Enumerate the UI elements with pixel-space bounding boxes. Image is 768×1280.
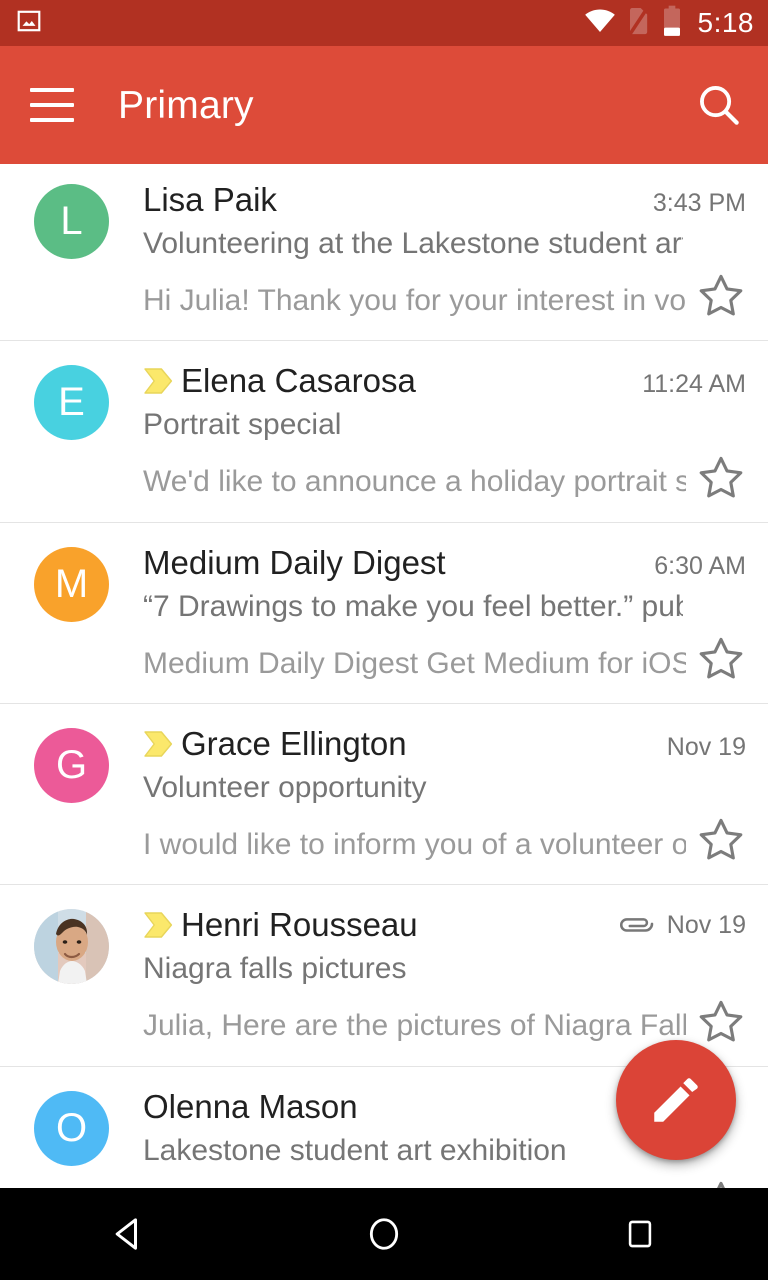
status-bar-indicators: 5:18 xyxy=(584,5,755,42)
avatar[interactable]: L xyxy=(34,184,109,259)
email-subject: Volunteering at the Lakestone student ar… xyxy=(143,226,683,260)
home-circle-icon[interactable] xyxy=(324,1188,444,1280)
email-meta: 6:30 AM xyxy=(640,552,746,581)
star-icon[interactable] xyxy=(686,271,746,326)
email-meta: 3:43 PM xyxy=(639,189,746,218)
email-snippet: We'd like to announce a holiday portrait… xyxy=(143,465,686,499)
email-list-item[interactable]: E Elena Casarosa 11:24 AM Portrait special W… xyxy=(0,341,768,523)
star-icon[interactable] xyxy=(686,815,746,870)
email-content: Grace Ellington Nov 19 Volunteer opportuni… xyxy=(143,726,746,864)
avatar-letter: O xyxy=(55,1105,88,1150)
star-icon[interactable] xyxy=(686,634,746,689)
email-meta: Nov 19 xyxy=(653,733,746,762)
status-bar-clock: 5:18 xyxy=(697,7,754,38)
wifi-icon xyxy=(584,8,616,39)
page-title: Primary xyxy=(118,83,254,127)
email-timestamp: 11:24 AM xyxy=(642,370,746,399)
email-timestamp: 6:30 AM xyxy=(654,551,746,580)
email-content: Henri Rousseau Nov 19 Niagra falls picture… xyxy=(143,907,746,1045)
image-notification-icon xyxy=(16,8,42,39)
avatar-letter: M xyxy=(54,561,89,606)
compose-pencil-icon xyxy=(654,1078,698,1122)
email-meta: 11:24 AM xyxy=(628,370,746,399)
avatar[interactable]: G xyxy=(34,728,109,804)
email-snippet-line: Hi Julia! Thank you for your interest in… xyxy=(143,265,746,320)
avatar[interactable]: M xyxy=(34,546,109,622)
importance-marker-icon[interactable] xyxy=(143,911,175,944)
email-subject: Volunteer opportunity xyxy=(143,770,427,804)
avatar[interactable] xyxy=(34,909,109,985)
email-content: Elena Casarosa 11:24 AM Portrait special We… xyxy=(143,363,746,501)
star-icon[interactable] xyxy=(686,453,746,508)
email-snippet: I would like to inform you of a voluntee… xyxy=(143,827,686,861)
battery-low-icon xyxy=(662,5,682,42)
email-timestamp: Nov 19 xyxy=(666,733,746,762)
email-sender: Elena Casarosa xyxy=(181,363,416,400)
email-sender: Grace Ellington xyxy=(181,726,407,763)
email-header-line: Elena Casarosa 11:24 AM xyxy=(143,363,746,400)
email-sender: Olenna Mason xyxy=(143,1088,358,1125)
email-snippet: Hi Julia! Thank you for your interest in… xyxy=(143,283,686,317)
compose-fab-button[interactable] xyxy=(616,1040,736,1160)
android-navigation-bar xyxy=(0,1188,768,1280)
status-bar-notifications xyxy=(16,8,42,39)
email-header-line: Medium Daily Digest 6:30 AM xyxy=(143,545,746,582)
avatar-letter: L xyxy=(60,199,83,243)
email-sender: Henri Rousseau xyxy=(181,907,418,944)
contact-photo xyxy=(34,909,109,985)
email-snippet-line: We'd like to announce a holiday portrait… xyxy=(143,447,746,502)
email-snippet: Medium Daily Digest Get Medium for iOS o… xyxy=(143,646,686,680)
email-timestamp: 3:43 PM xyxy=(652,189,746,217)
avatar[interactable]: E xyxy=(34,365,109,441)
email-subject: Lakestone student art exhibition xyxy=(143,1133,567,1167)
email-header-line: Lisa Paik 3:43 PM xyxy=(143,182,746,219)
email-content: Medium Daily Digest 6:30 AM “7 Drawings to… xyxy=(143,545,746,683)
email-sender: Medium Daily Digest xyxy=(143,544,446,581)
back-triangle-icon[interactable] xyxy=(68,1188,188,1280)
email-list-item[interactable]: L Lisa Paik 3:43 PM Volunteering at the Lak… xyxy=(0,164,768,342)
email-list-item[interactable]: M Medium Daily Digest 6:30 AM “7 Drawings t… xyxy=(0,522,768,705)
recents-square-icon[interactable] xyxy=(580,1188,700,1280)
email-list-item[interactable]: G Grace Ellington Nov 19 Volunteer opportun… xyxy=(0,704,768,886)
app-toolbar: Primary xyxy=(0,46,768,164)
email-content: Lisa Paik 3:43 PM Volunteering at the Lake… xyxy=(143,182,746,320)
avatar-letter: E xyxy=(58,380,85,425)
email-snippet-line: Julia, Here are the pictures of Niagra F… xyxy=(143,991,746,1046)
email-sender: Lisa Paik xyxy=(143,182,277,218)
avatar[interactable]: O xyxy=(34,1090,109,1166)
email-snippet-line: Medium Daily Digest Get Medium for iOS o… xyxy=(143,628,746,683)
email-header-line: Grace Ellington Nov 19 xyxy=(143,726,746,763)
avatar-letter: G xyxy=(55,743,88,788)
email-list-item[interactable]: Henri Rousseau Nov 19 Niagra falls picture… xyxy=(0,885,768,1067)
email-meta: Nov 19 xyxy=(605,910,746,941)
email-timestamp: Nov 19 xyxy=(666,911,746,940)
email-subject: Portrait special xyxy=(143,408,342,442)
importance-marker-icon[interactable] xyxy=(143,730,175,763)
app-screen: 5:18 Primary L Lisa Paik 3:43 PM Volunteeri… xyxy=(0,0,768,1280)
no-sim-icon xyxy=(628,6,650,41)
attachment-icon xyxy=(619,910,655,941)
email-subject: Niagra falls pictures xyxy=(143,952,407,986)
search-icon[interactable] xyxy=(692,78,746,132)
status-bar: 5:18 xyxy=(0,0,768,46)
email-header-line: Henri Rousseau Nov 19 xyxy=(143,907,746,944)
email-snippet: Julia, Here are the pictures of Niagra F… xyxy=(143,1009,686,1043)
hamburger-menu-icon[interactable] xyxy=(30,88,74,122)
email-snippet-line: I would like to inform you of a voluntee… xyxy=(143,809,746,864)
email-subject: “7 Drawings to make you feel better.” pu… xyxy=(143,589,683,623)
importance-marker-icon[interactable] xyxy=(143,367,175,400)
